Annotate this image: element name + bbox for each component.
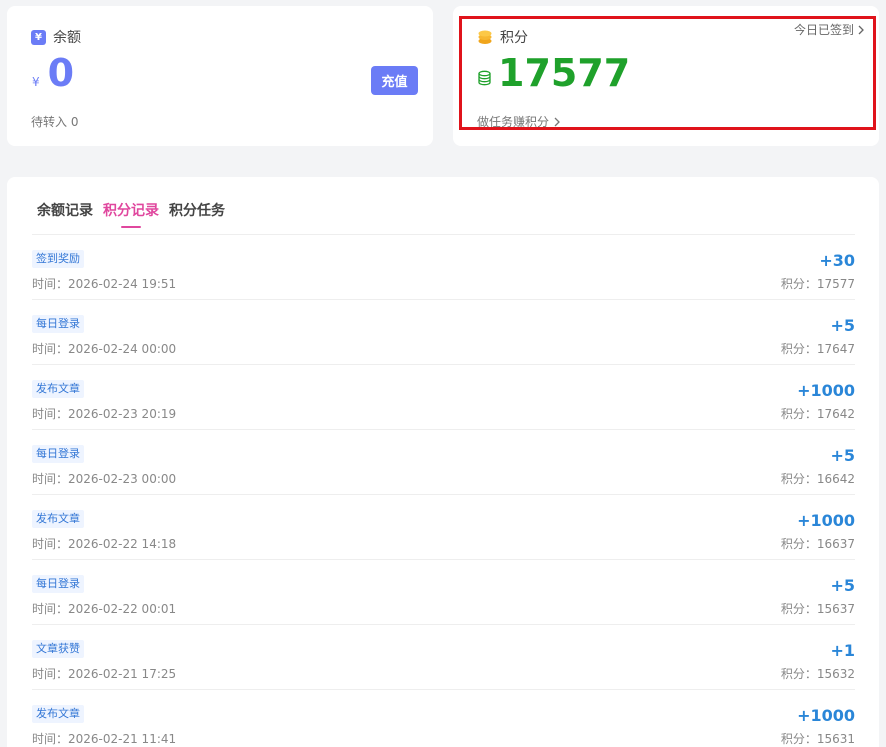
wallet-page: ¥ 余额 ¥ 0 充值 待转入 0 积分 今日已签到 17577 做任务赚积分 … [0,0,886,747]
points-label: 积分 [500,30,528,46]
records-tabs: 余额记录 积分记录 积分任务 [37,200,225,228]
coins-icon [478,30,492,44]
points-record-list: 签到奖励 时间：2026-02-24 19:51 +30 积分：17577 每日… [32,235,855,747]
record-time: 时间：2026-02-21 11:41 [32,732,177,746]
record-points-change: +5 [830,576,855,595]
record-time: 时间：2026-02-22 00:01 [32,602,177,616]
record-points-change: +1000 [797,381,855,400]
record-type-badge: 每日登录 [32,445,84,463]
record-points-change: +1000 [797,511,855,530]
record-points-total: 积分：16642 [780,472,855,486]
points-stack-icon [478,70,491,86]
record-points-change: +1 [830,641,855,660]
balance-card: ¥ 余额 ¥ 0 充值 待转入 0 [7,6,433,146]
record-points-total: 积分：15637 [780,602,855,616]
points-value: 17577 [498,51,631,95]
record-points-total: 积分：17577 [780,277,855,291]
chevron-right-icon [858,25,864,34]
signin-status-link[interactable]: 今日已签到 [794,21,865,38]
record-points-total: 积分：17647 [780,342,855,356]
record-time: 时间：2026-02-24 00:00 [32,342,177,356]
list-item: 发布文章 时间：2026-02-23 20:19 +1000 积分：17642 [32,365,855,430]
list-item: 每日登录 时间：2026-02-22 00:01 +5 积分：15637 [32,560,855,625]
record-points-total: 积分：16637 [780,537,855,551]
signin-status-text: 今日已签到 [793,23,854,37]
records-card: 余额记录 积分记录 积分任务 签到奖励 时间：2026-02-24 19:51 … [7,177,879,747]
list-item: 签到奖励 时间：2026-02-24 19:51 +30 积分：17577 [32,235,855,300]
record-type-badge: 文章获赞 [32,640,84,658]
yen-icon: ¥ [31,29,46,45]
recharge-button[interactable]: 充值 [371,66,418,95]
currency-symbol: ¥ [32,75,40,89]
list-item: 发布文章 时间：2026-02-22 14:18 +1000 积分：16637 [32,495,855,560]
points-card-header: 积分 [477,27,528,47]
tab-balance-records[interactable]: 余额记录 [37,200,93,220]
points-card: 积分 今日已签到 17577 做任务赚积分 [453,6,879,146]
list-item: 每日登录 时间：2026-02-24 00:00 +5 积分：17647 [32,300,855,365]
balance-card-header: ¥ 余额 [31,27,81,47]
record-type-badge: 每日登录 [32,575,84,593]
tab-points-records[interactable]: 积分记录 [103,200,159,228]
record-points-change: +5 [830,446,855,465]
record-time: 时间：2026-02-24 19:51 [32,277,177,291]
record-points-total: 积分：15631 [780,732,855,746]
record-time: 时间：2026-02-23 20:19 [32,407,177,421]
record-time: 时间：2026-02-23 00:00 [32,472,177,486]
balance-value: 0 [47,51,75,95]
balance-label: 余额 [53,30,81,46]
points-amount-row: 17577 [477,54,630,92]
record-time: 时间：2026-02-21 17:25 [32,667,177,681]
earn-points-link[interactable]: 做任务赚积分 [477,113,561,130]
record-points-total: 积分：17642 [780,407,855,421]
record-type-badge: 发布文章 [32,510,84,528]
record-points-total: 积分：15632 [780,667,855,681]
list-item: 每日登录 时间：2026-02-23 00:00 +5 积分：16642 [32,430,855,495]
list-item: 文章获赞 时间：2026-02-21 17:25 +1 积分：15632 [32,625,855,690]
tab-points-tasks[interactable]: 积分任务 [169,200,225,220]
record-time: 时间：2026-02-22 14:18 [32,537,177,551]
pending-transfer-text: 待转入 0 [31,115,79,129]
record-points-change: +5 [830,316,855,335]
earn-points-text: 做任务赚积分 [477,115,550,129]
record-type-badge: 发布文章 [32,705,84,723]
record-type-badge: 签到奖励 [32,250,84,268]
record-type-badge: 发布文章 [32,380,84,398]
balance-amount-row: ¥ 0 [32,54,74,92]
record-points-change: +1000 [797,706,855,725]
record-points-change: +30 [819,251,855,270]
record-type-badge: 每日登录 [32,315,84,333]
chevron-right-icon [554,117,560,126]
list-item: 发布文章 时间：2026-02-21 11:41 +1000 积分：15631 [32,690,855,747]
